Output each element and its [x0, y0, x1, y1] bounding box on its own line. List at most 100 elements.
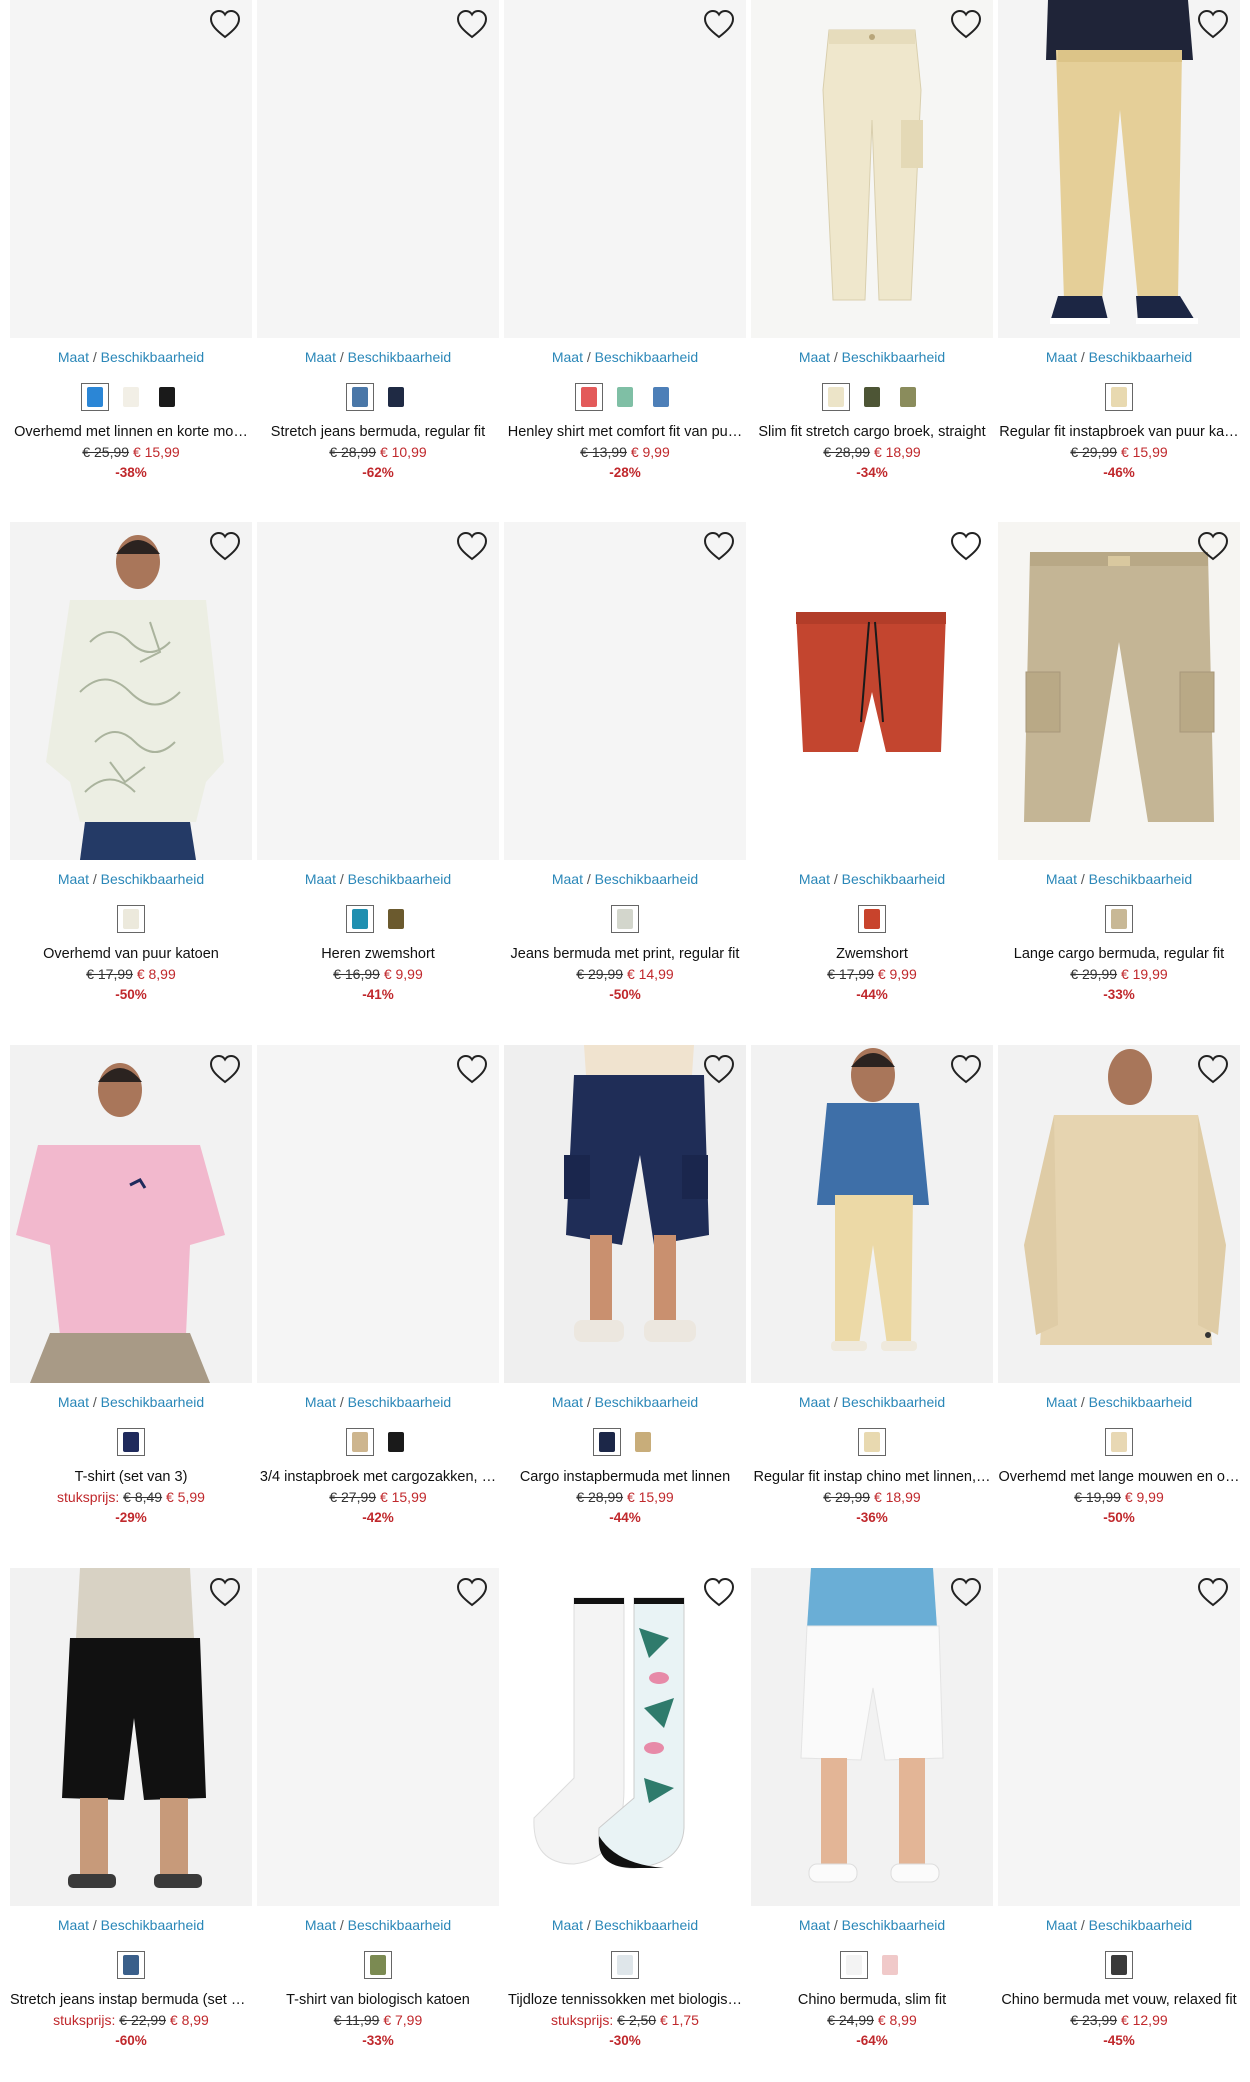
size-availability-link[interactable]: Maat / Beschikbaarheid — [10, 349, 252, 365]
wishlist-heart-icon[interactable] — [1196, 1576, 1230, 1608]
size-availability-link[interactable]: Maat / Beschikbaarheid — [504, 871, 746, 887]
product-name[interactable]: Overhemd met linnen en korte mo… — [10, 424, 252, 440]
wishlist-heart-icon[interactable] — [455, 1576, 489, 1608]
size-availability-link[interactable]: Maat / Beschikbaarheid — [751, 1394, 993, 1410]
product-image[interactable] — [10, 0, 252, 338]
product-card[interactable]: Maat / Beschikbaarheid Chino bermuda met… — [998, 1568, 1240, 2082]
product-image[interactable] — [257, 0, 499, 338]
size-availability-link[interactable]: Maat / Beschikbaarheid — [257, 349, 499, 365]
size-availability-link[interactable]: Maat / Beschikbaarheid — [10, 1394, 252, 1410]
color-swatch[interactable] — [611, 905, 639, 933]
wishlist-heart-icon[interactable] — [455, 530, 489, 562]
size-availability-link[interactable]: Maat / Beschikbaarheid — [10, 871, 252, 887]
product-card[interactable]: Maat / Beschikbaarheid Stretch jeans ber… — [257, 0, 499, 522]
wishlist-heart-icon[interactable] — [702, 1576, 736, 1608]
product-card[interactable]: Maat / Beschikbaarheid Overhemd met lang… — [998, 1045, 1240, 1567]
product-name[interactable]: T-shirt van biologisch katoen — [257, 1992, 499, 2008]
product-card[interactable]: Maat / Beschikbaarheid Slim fit stretch … — [751, 0, 993, 522]
product-image[interactable] — [504, 522, 746, 860]
product-card[interactable]: Maat / Beschikbaarheid Chino bermuda, sl… — [751, 1568, 993, 2082]
product-name[interactable]: Chino bermuda, slim fit — [751, 1992, 993, 2008]
size-availability-link[interactable]: Maat / Beschikbaarheid — [998, 871, 1240, 887]
wishlist-heart-icon[interactable] — [208, 1053, 242, 1085]
color-swatch[interactable] — [153, 383, 181, 411]
color-swatch[interactable] — [593, 1428, 621, 1456]
wishlist-heart-icon[interactable] — [949, 1576, 983, 1608]
size-availability-link[interactable]: Maat / Beschikbaarheid — [10, 1917, 252, 1933]
product-card[interactable]: Maat / Beschikbaarheid 3/4 instapbroek m… — [257, 1045, 499, 1567]
product-image[interactable] — [751, 1045, 993, 1383]
product-card[interactable]: Maat / Beschikbaarheid Cargo instapbermu… — [504, 1045, 746, 1567]
product-card[interactable]: Maat / Beschikbaarheid Jeans bermuda met… — [504, 522, 746, 1044]
size-availability-link[interactable]: Maat / Beschikbaarheid — [257, 1917, 499, 1933]
color-swatch[interactable] — [894, 383, 922, 411]
product-card[interactable]: Maat / Beschikbaarheid Stretch jeans ins… — [10, 1568, 252, 2082]
size-availability-link[interactable]: Maat / Beschikbaarheid — [751, 871, 993, 887]
product-name[interactable]: Chino bermuda met vouw, relaxed fit — [998, 1992, 1240, 2008]
product-card[interactable]: Maat / Beschikbaarheid T-shirt van biolo… — [257, 1568, 499, 2082]
wishlist-heart-icon[interactable] — [949, 1053, 983, 1085]
color-swatch[interactable] — [647, 383, 675, 411]
color-swatch[interactable] — [876, 1951, 904, 1979]
product-image[interactable] — [504, 1045, 746, 1383]
color-swatch[interactable] — [117, 905, 145, 933]
product-name[interactable]: Henley shirt met comfort fit van pu… — [504, 424, 746, 440]
product-card[interactable]: Maat / Beschikbaarheid Zwemshort € 17,99… — [751, 522, 993, 1044]
wishlist-heart-icon[interactable] — [1196, 1053, 1230, 1085]
color-swatch[interactable] — [858, 383, 886, 411]
product-card[interactable]: Maat / Beschikbaarheid T-shirt (set van … — [10, 1045, 252, 1567]
size-availability-link[interactable]: Maat / Beschikbaarheid — [504, 349, 746, 365]
size-availability-link[interactable]: Maat / Beschikbaarheid — [504, 1917, 746, 1933]
product-name[interactable]: Regular fit instap chino met linnen,… — [751, 1469, 993, 1485]
size-availability-link[interactable]: Maat / Beschikbaarheid — [257, 871, 499, 887]
product-name[interactable]: Zwemshort — [751, 946, 993, 962]
product-image[interactable] — [257, 522, 499, 860]
size-availability-link[interactable]: Maat / Beschikbaarheid — [257, 1394, 499, 1410]
color-swatch[interactable] — [382, 1428, 410, 1456]
product-image[interactable] — [257, 1568, 499, 1906]
wishlist-heart-icon[interactable] — [208, 8, 242, 40]
product-image[interactable] — [998, 522, 1240, 860]
wishlist-heart-icon[interactable] — [1196, 8, 1230, 40]
size-availability-link[interactable]: Maat / Beschikbaarheid — [751, 349, 993, 365]
product-card[interactable]: Maat / Beschikbaarheid Tijdloze tennisso… — [504, 1568, 746, 2082]
product-image[interactable] — [751, 0, 993, 338]
size-availability-link[interactable]: Maat / Beschikbaarheid — [504, 1394, 746, 1410]
color-swatch[interactable] — [840, 1951, 868, 1979]
color-swatch[interactable] — [382, 383, 410, 411]
color-swatch[interactable] — [1105, 383, 1133, 411]
color-swatch[interactable] — [822, 383, 850, 411]
wishlist-heart-icon[interactable] — [702, 1053, 736, 1085]
product-image[interactable] — [257, 1045, 499, 1383]
product-name[interactable]: Overhemd met lange mouwen en o… — [998, 1469, 1240, 1485]
product-name[interactable]: Stretch jeans bermuda, regular fit — [257, 424, 499, 440]
product-card[interactable]: Maat / Beschikbaarheid Overhemd van puur… — [10, 522, 252, 1044]
product-image[interactable] — [998, 1568, 1240, 1906]
product-name[interactable]: Tijdloze tennissokken met biologis… — [504, 1992, 746, 2008]
color-swatch[interactable] — [117, 383, 145, 411]
product-name[interactable]: Cargo instapbermuda met linnen — [504, 1469, 746, 1485]
product-card[interactable]: Maat / Beschikbaarheid Regular fit insta… — [998, 0, 1240, 522]
wishlist-heart-icon[interactable] — [208, 530, 242, 562]
product-image[interactable] — [751, 522, 993, 860]
product-card[interactable]: Maat / Beschikbaarheid Henley shirt met … — [504, 0, 746, 522]
color-swatch[interactable] — [364, 1951, 392, 1979]
size-availability-link[interactable]: Maat / Beschikbaarheid — [998, 1394, 1240, 1410]
color-swatch[interactable] — [117, 1428, 145, 1456]
size-availability-link[interactable]: Maat / Beschikbaarheid — [998, 1917, 1240, 1933]
wishlist-heart-icon[interactable] — [455, 1053, 489, 1085]
wishlist-heart-icon[interactable] — [455, 8, 489, 40]
product-image[interactable] — [10, 1568, 252, 1906]
size-availability-link[interactable]: Maat / Beschikbaarheid — [751, 1917, 993, 1933]
color-swatch[interactable] — [117, 1951, 145, 1979]
color-swatch[interactable] — [382, 905, 410, 933]
product-image[interactable] — [10, 1045, 252, 1383]
color-swatch[interactable] — [346, 383, 374, 411]
product-name[interactable]: Lange cargo bermuda, regular fit — [998, 946, 1240, 962]
wishlist-heart-icon[interactable] — [1196, 530, 1230, 562]
color-swatch[interactable] — [858, 1428, 886, 1456]
color-swatch[interactable] — [1105, 905, 1133, 933]
color-swatch[interactable] — [346, 1428, 374, 1456]
product-name[interactable]: Heren zwemshort — [257, 946, 499, 962]
product-image[interactable] — [998, 0, 1240, 338]
